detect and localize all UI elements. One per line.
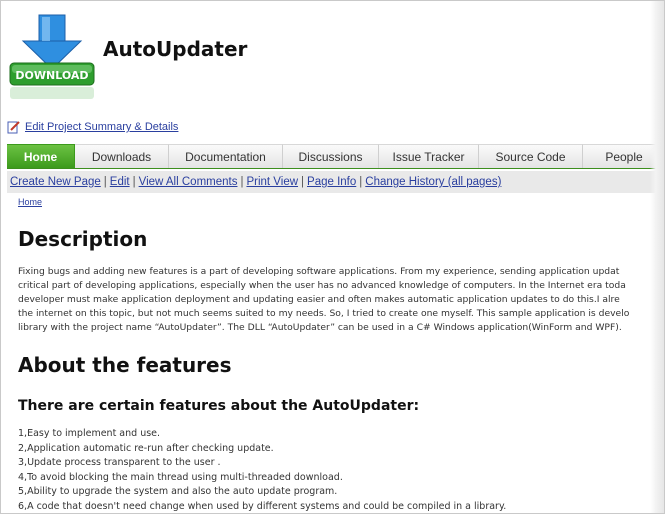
- list-item: 5,Ability to upgrade the system and also…: [18, 486, 338, 497]
- page-actions-bar: Create New Page | Edit | View All Commen…: [7, 171, 664, 193]
- edit-project-link[interactable]: Edit Project Summary & Details: [25, 121, 178, 133]
- features-list: 1,Easy to implement and use. 2,Applicati…: [18, 427, 507, 513]
- create-new-page-link[interactable]: Create New Page: [10, 176, 101, 188]
- logo-text: DOWNLOAD: [15, 69, 88, 82]
- features-heading: About the features: [18, 353, 232, 377]
- torn-edge: [650, 1, 664, 513]
- list-item: 6,A code that doesn't need change when u…: [18, 500, 507, 512]
- project-tabs: Home Downloads Documentation Discussions…: [7, 144, 664, 169]
- edit-icon: [7, 121, 20, 134]
- app-title: AutoUpdater: [103, 37, 248, 61]
- edit-page-link[interactable]: Edit: [110, 176, 130, 188]
- page-info-link[interactable]: Page Info: [307, 176, 356, 188]
- tab-source-code[interactable]: Source Code: [479, 144, 583, 168]
- download-arrow-icon: [21, 14, 83, 70]
- tab-issue-tracker[interactable]: Issue Tracker: [379, 144, 479, 168]
- list-item: 1,Easy to implement and use.: [18, 428, 161, 439]
- tab-home[interactable]: Home: [7, 144, 75, 168]
- download-logo: DOWNLOAD: [9, 14, 95, 99]
- page-frame: DOWNLOAD AutoUpdater Edit Project Summar…: [0, 0, 665, 514]
- description-text: Fixing bugs and adding new features is a…: [18, 266, 630, 333]
- change-history-link[interactable]: Change History (all pages): [365, 176, 501, 188]
- tab-discussions[interactable]: Discussions: [283, 144, 379, 168]
- breadcrumb-home[interactable]: Home: [18, 197, 42, 207]
- tab-downloads[interactable]: Downloads: [75, 144, 169, 168]
- description-heading: Description: [18, 227, 148, 251]
- list-item: 2,Application automatic re-run after che…: [18, 442, 274, 454]
- tab-documentation[interactable]: Documentation: [169, 144, 283, 168]
- view-all-comments-link[interactable]: View All Comments: [139, 176, 238, 188]
- features-subheading: There are certain features about the Aut…: [18, 398, 420, 414]
- edit-project-row[interactable]: Edit Project Summary & Details: [7, 119, 178, 135]
- list-item: 4,To avoid blocking the main thread usin…: [18, 471, 343, 483]
- list-item: 3,Update process transparent to the user…: [18, 457, 221, 468]
- print-view-link[interactable]: Print View: [246, 176, 298, 188]
